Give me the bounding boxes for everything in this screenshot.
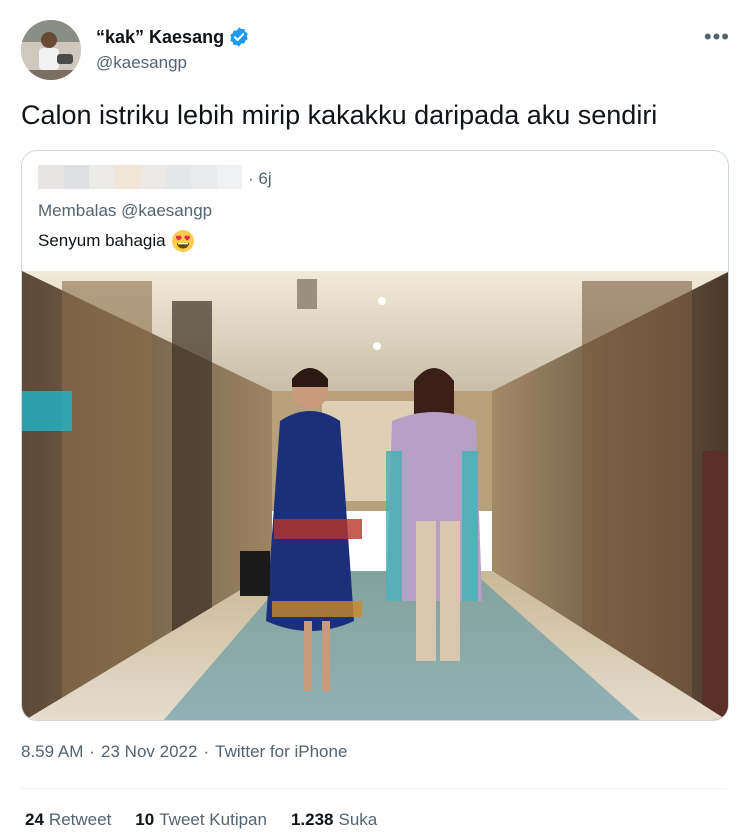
like-count[interactable]: 1.238 Suka [291, 810, 377, 830]
quote-tweet-count[interactable]: 10 Tweet Kutipan [135, 810, 267, 830]
quoted-photo[interactable] [22, 271, 728, 720]
divider [21, 788, 727, 789]
stat-label: Retweet [48, 810, 112, 829]
tweet-time[interactable]: 8.59 AM [21, 742, 83, 762]
meta-separator: · [203, 742, 210, 761]
quoted-text: Senyum bahagia [38, 231, 166, 250]
quoted-author-blurred [38, 165, 242, 189]
verified-badge-icon [228, 26, 250, 48]
meta-separator: · [89, 742, 96, 761]
tweet-source[interactable]: Twitter for iPhone [215, 742, 347, 762]
quoted-tweet[interactable]: · 6j Membalas @kaesangp Senyum bahagia [21, 150, 729, 721]
quoted-time: · 6j [248, 169, 272, 188]
quoted-reply-to: Membalas @kaesangp [38, 201, 213, 220]
heart-eyes-emoji-icon [171, 229, 195, 253]
author-name-row[interactable]: “kak” Kaesang [96, 26, 250, 48]
stat-count: 10 [135, 810, 155, 829]
stat-count: 1.238 [290, 810, 334, 829]
quoted-text-row: Senyum bahagia [38, 229, 195, 253]
author-display-name[interactable]: “kak” Kaesang [96, 27, 224, 48]
tweet-stats: 24 Retweet 10 Tweet Kutipan 1.238 Suka [25, 810, 377, 830]
author-avatar[interactable] [21, 20, 81, 80]
author-handle[interactable]: @kaesangp [96, 53, 187, 73]
stat-count: 24 [25, 810, 44, 829]
tweet-meta: 8.59 AM · 23 Nov 2022 · Twitter for iPho… [21, 742, 347, 762]
stat-label: Tweet Kutipan [159, 810, 267, 829]
more-options-icon[interactable]: ••• [704, 24, 730, 50]
retweet-count[interactable]: 24 Retweet [25, 810, 111, 830]
stat-label: Suka [338, 810, 378, 829]
tweet-text: Calon istriku lebih mirip kakakku daripa… [21, 100, 658, 130]
tweet-date[interactable]: 23 Nov 2022 [101, 742, 197, 762]
